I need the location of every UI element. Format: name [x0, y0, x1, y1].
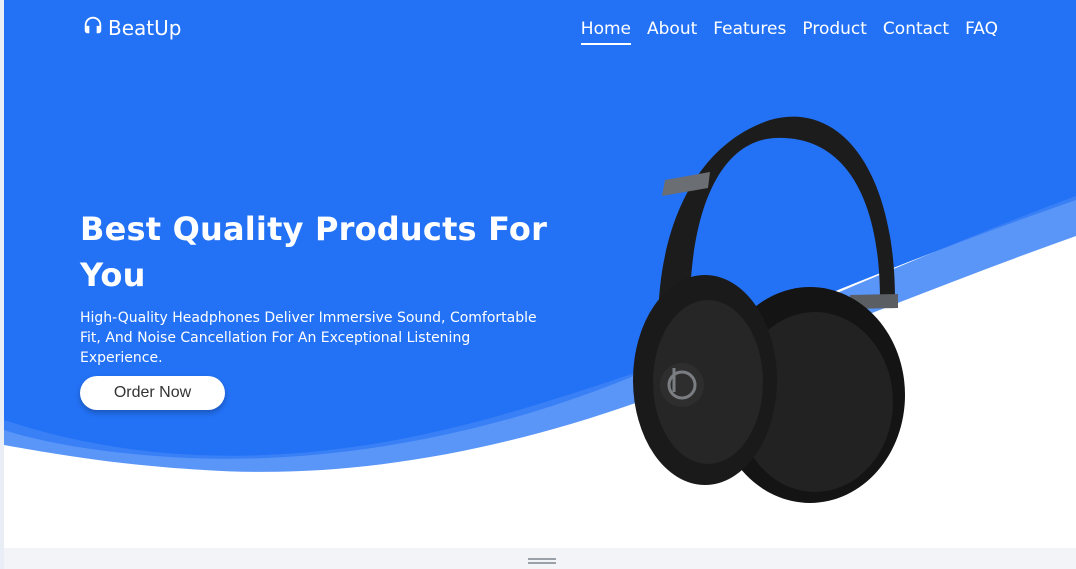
nav-about[interactable]: About — [639, 16, 705, 42]
hero-subtitle: High-Quality Headphones Deliver Immersiv… — [80, 310, 537, 366]
headphones-icon — [82, 14, 108, 41]
brand-logo[interactable]: BeatUp — [82, 14, 181, 41]
navbar: BeatUp Home About Features Product Conta… — [80, 14, 1006, 48]
nav-contact[interactable]: Contact — [875, 16, 957, 42]
order-now-button[interactable]: Order Now — [80, 376, 225, 410]
headphones-product-image — [633, 116, 905, 503]
drag-handle[interactable] — [528, 558, 556, 565]
landing-page: BeatUp Home About Features Product Conta… — [0, 0, 1076, 569]
brand-name: BeatUp — [108, 15, 182, 40]
main-nav: Home About Features Product Contact FAQ — [573, 16, 1006, 45]
nav-faq[interactable]: FAQ — [957, 16, 1006, 42]
hero-title: Best Quality Products For You — [80, 210, 548, 294]
hero-content: Best Quality Products For You High-Quali… — [80, 206, 550, 368]
nav-product[interactable]: Product — [794, 16, 875, 42]
nav-home[interactable]: Home — [573, 16, 639, 45]
nav-features[interactable]: Features — [705, 16, 794, 42]
